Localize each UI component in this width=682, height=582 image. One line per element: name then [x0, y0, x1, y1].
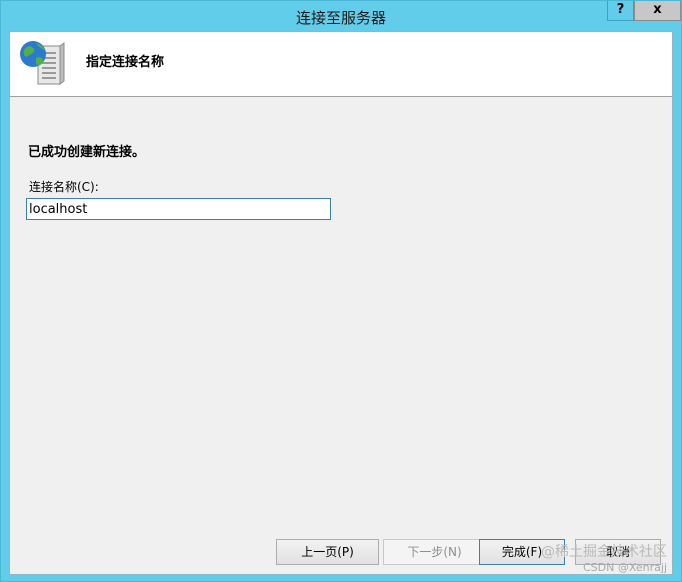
close-button[interactable]: x	[634, 1, 681, 21]
connection-name-label: 连接名称(C):	[29, 180, 99, 194]
title-bar[interactable]: 连接至服务器 ? x	[1, 1, 681, 31]
server-globe-icon	[20, 41, 65, 85]
wizard-header: 指定连接名称	[10, 32, 672, 97]
page-title: 指定连接名称	[86, 55, 165, 70]
connection-name-input[interactable]	[26, 198, 331, 220]
previous-button[interactable]: 上一页(P)	[276, 539, 379, 565]
help-button[interactable]: ?	[607, 1, 634, 21]
dialog-body: 指定连接名称 已成功创建新连接。 连接名称(C): 上一页(P) 下一步(N) …	[9, 31, 673, 575]
watermark-line-1: @稀土掘金技术社区	[541, 544, 667, 560]
next-button[interactable]: 下一步(N)	[383, 539, 486, 565]
dialog-window: 连接至服务器 ? x 指定连接名称 已成功创建新连接。 连接名称(C): loc…	[0, 0, 682, 582]
watermark-line-2: CSDN @Xenrajj	[582, 561, 667, 574]
watermark: @稀土掘金技术社区 CSDN @Xenrajj	[541, 545, 667, 575]
window-title: 连接至服务器	[295, 9, 386, 27]
success-message: 已成功创建新连接。	[28, 145, 146, 160]
